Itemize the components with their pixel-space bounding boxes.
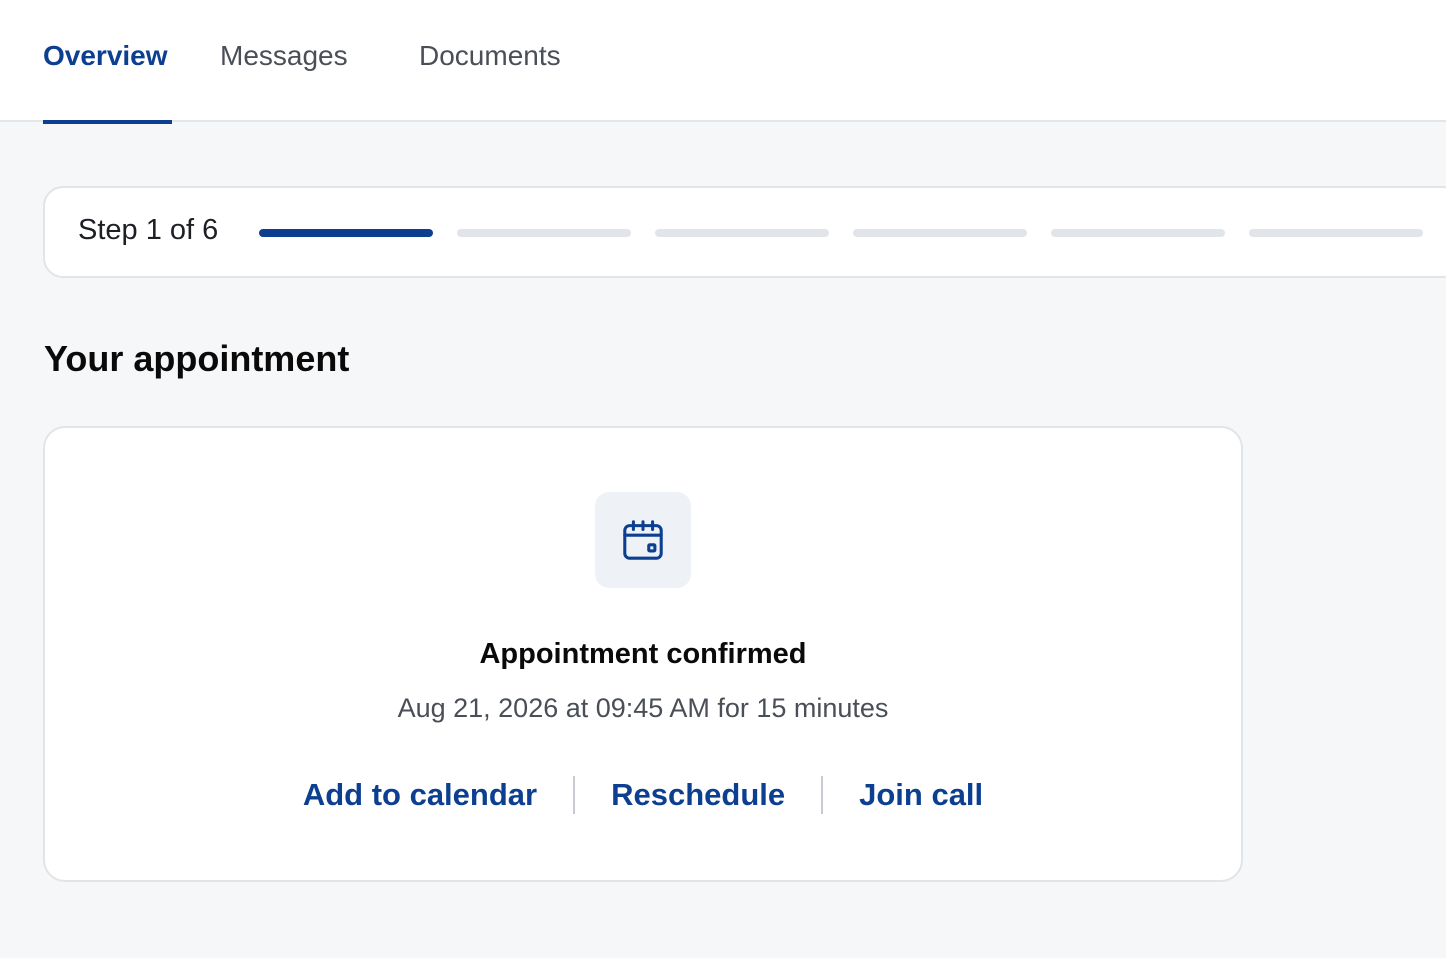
step-label: Step 1 of 6 — [78, 214, 219, 246]
reschedule-link[interactable]: Reschedule — [611, 777, 785, 813]
calendar-icon-tile — [595, 492, 691, 588]
appointment-status-title: Appointment confirmed — [479, 638, 807, 670]
step-segment-complete — [259, 229, 433, 237]
appointment-datetime: Aug 21, 2026 at 09:45 AM for 15 minutes — [397, 693, 889, 723]
active-tab-indicator — [43, 120, 172, 124]
appointment-actions: Add to calendar Reschedule Join call — [45, 776, 1241, 814]
step-segment-pending — [457, 229, 631, 237]
tab-documents[interactable]: Documents — [419, 0, 561, 122]
action-divider — [821, 776, 824, 814]
step-segment-pending — [853, 229, 1027, 237]
add-to-calendar-link[interactable]: Add to calendar — [303, 777, 537, 813]
tab-messages[interactable]: Messages — [220, 0, 348, 122]
tab-messages-label: Messages — [220, 40, 348, 71]
join-call-link[interactable]: Join call — [859, 777, 983, 813]
appointment-card: Appointment confirmed Aug 21, 2026 at 09… — [43, 426, 1243, 882]
step-segment-pending — [655, 229, 829, 237]
step-segment-pending — [1051, 229, 1225, 237]
step-segment-pending — [1249, 229, 1423, 237]
calendar-icon — [623, 520, 663, 560]
section-title: Your appointment — [44, 338, 350, 379]
tab-overview[interactable]: Overview — [43, 0, 172, 124]
tab-overview-label: Overview — [43, 40, 168, 71]
action-divider — [573, 776, 576, 814]
tab-bar: Overview Messages Documents — [0, 0, 1446, 124]
tab-documents-label: Documents — [419, 40, 561, 71]
step-progress-card: Step 1 of 6 — [43, 186, 1446, 278]
